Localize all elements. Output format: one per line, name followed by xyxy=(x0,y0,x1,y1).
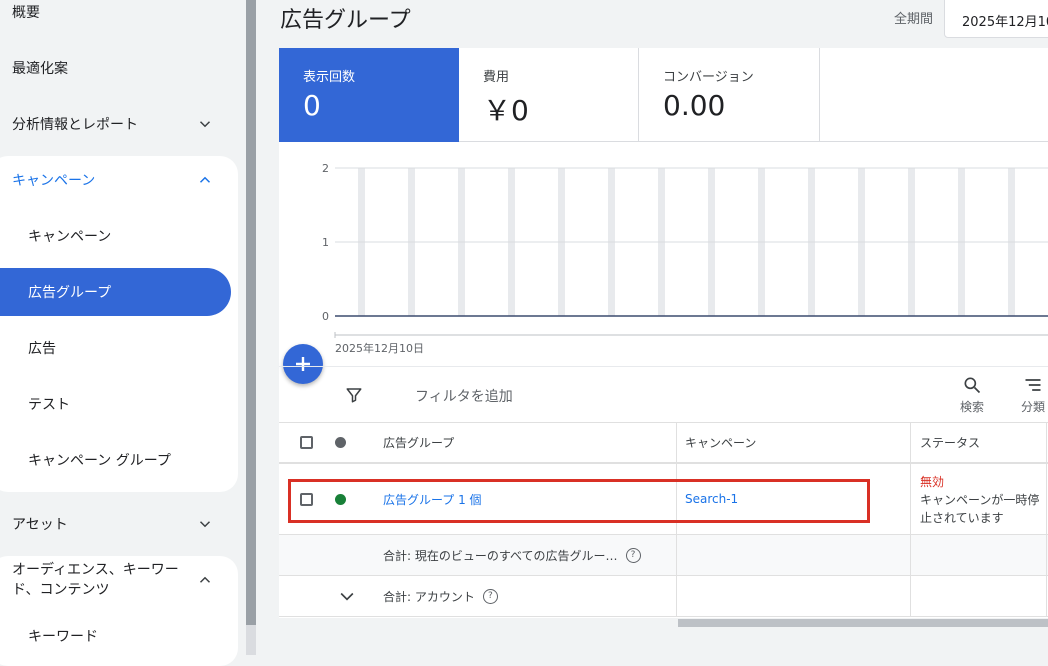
help-icon[interactable]: ? xyxy=(625,547,641,563)
table-horizontal-scrollbar[interactable] xyxy=(678,619,1048,627)
sidebar-subitem-campaign-groups[interactable]: キャンペーン グループ xyxy=(28,450,171,470)
total-account-row: 合計: アカウント ? xyxy=(279,576,1048,617)
select-all-checkbox[interactable] xyxy=(300,436,313,449)
sidebar-item-assets[interactable]: アセット xyxy=(0,500,246,548)
chevron-down-icon xyxy=(199,121,211,128)
status-cell: 無効 キャンペーンが一時停止されています xyxy=(920,464,1044,543)
performance-chart: 2 1 0 2025年12月10日 xyxy=(322,162,1048,355)
column-header-campaign[interactable]: キャンペーン xyxy=(685,423,756,462)
sidebar-item-label: 概要 xyxy=(12,5,40,21)
sidebar-subitem-label: 広告グループ xyxy=(28,285,112,301)
chevron-up-icon xyxy=(199,176,211,183)
sidebar-subitem-ads[interactable]: 広告 xyxy=(28,338,56,358)
filter-icon[interactable] xyxy=(345,386,363,404)
sidebar-item-label: 分析情報とレポート xyxy=(12,117,138,133)
total-view-row: 合計: 現在のビューのすべての広告グルー… ? xyxy=(279,535,1048,576)
chevron-down-icon xyxy=(199,521,211,528)
search-label: 検索 xyxy=(959,400,984,414)
search-button[interactable]: 検索 xyxy=(952,375,992,415)
help-icon[interactable]: ? xyxy=(482,588,498,604)
chart-x-tick-label: 2025年12月10日 xyxy=(335,341,424,355)
sidebar: 概要 最適化案 分析情報とレポート キャンペーン キャンペーン 広告グループ 広… xyxy=(0,0,246,666)
metric-conversions[interactable]: コンバージョン 0.00 xyxy=(639,48,820,142)
metric-label: 費用 xyxy=(483,70,510,85)
sidebar-item-overview[interactable]: 概要 xyxy=(0,0,246,36)
sidebar-item-insights-reports[interactable]: 分析情報とレポート xyxy=(0,100,246,148)
chart-y-tick-label: 0 xyxy=(322,310,329,323)
sidebar-item-audiences-keywords-content[interactable]: オーディエンス、キーワード、コンテンツ xyxy=(0,556,200,604)
sidebar-item-label: アセット xyxy=(12,517,68,533)
date-range-picker[interactable]: 2025年12月10日 xyxy=(944,0,1048,38)
search-icon xyxy=(964,377,981,394)
total-view-label: 合計: 現在のビューのすべての広告グルー… xyxy=(383,548,618,563)
campaigns-group-panel xyxy=(0,156,238,492)
main-content: 広告グループ 全期間 2025年12月10日 表示回数 0 費用 ￥0 コンバー… xyxy=(256,0,1048,655)
sidebar-subitem-ad-groups[interactable]: 広告グループ xyxy=(0,268,231,316)
metric-value: 0 xyxy=(303,89,321,122)
table-toolbar: フィルタを追加 検索 分類 xyxy=(279,366,1048,423)
sidebar-item-label: 最適化案 xyxy=(12,61,68,77)
status-text[interactable]: 無効 xyxy=(920,473,1044,491)
sidebar-subitem-keywords[interactable]: キーワード xyxy=(28,626,98,646)
overview-card: 表示回数 0 費用 ￥0 コンバージョン 0.00 2 1 0 2025年12月10日… xyxy=(279,48,1048,627)
sidebar-subitem-experiments[interactable]: テスト xyxy=(28,394,70,414)
sidebar-item-label: オーディエンス、キーワード、コンテンツ xyxy=(12,562,179,598)
status-detail: キャンペーンが一時停止されています xyxy=(920,493,1040,525)
highlight-box xyxy=(288,479,870,523)
column-header-status[interactable]: ステータス xyxy=(920,423,980,462)
total-account-label: 合計: アカウント xyxy=(383,589,475,604)
metric-value: 0.00 xyxy=(663,89,726,122)
sidebar-item-campaigns[interactable]: キャンペーン xyxy=(0,156,246,204)
metric-cost[interactable]: 費用 ￥0 xyxy=(459,48,639,142)
segment-icon xyxy=(1025,379,1041,391)
segment-label: 分類 xyxy=(1020,400,1045,414)
chevron-up-icon[interactable] xyxy=(196,571,214,589)
sidebar-item-label: キャンペーン xyxy=(12,173,96,189)
total-account-cell: 合計: アカウント ? xyxy=(383,576,498,616)
metric-value: ￥0 xyxy=(483,94,529,127)
add-filter-input[interactable]: フィルタを追加 xyxy=(415,386,513,406)
column-header-ad-group[interactable]: 広告グループ xyxy=(383,423,454,462)
status-dot-icon xyxy=(335,437,346,448)
chart-y-tick-label: 2 xyxy=(322,162,329,175)
metric-impressions[interactable]: 表示回数 0 xyxy=(279,48,459,142)
page-title: 広告グループ xyxy=(280,8,411,33)
chart-y-tick-label: 1 xyxy=(322,236,329,249)
sidebar-item-recommendations[interactable]: 最適化案 xyxy=(0,44,246,92)
metric-label: コンバージョン xyxy=(663,70,754,85)
total-view-cell: 合計: 現在のビューのすべての広告グルー… ? xyxy=(383,535,641,575)
table-header-row: 広告グループ キャンペーン ステータス xyxy=(279,422,1048,464)
chevron-down-icon[interactable] xyxy=(337,586,357,606)
metric-empty-slot[interactable] xyxy=(820,48,1048,142)
sidebar-subitem-campaigns[interactable]: キャンペーン xyxy=(28,226,111,246)
sidebar-scrollbar[interactable] xyxy=(246,0,256,625)
period-label: 全期間 xyxy=(894,12,934,27)
segment-button[interactable]: 分類 xyxy=(1013,375,1048,415)
metric-label: 表示回数 xyxy=(303,70,356,85)
